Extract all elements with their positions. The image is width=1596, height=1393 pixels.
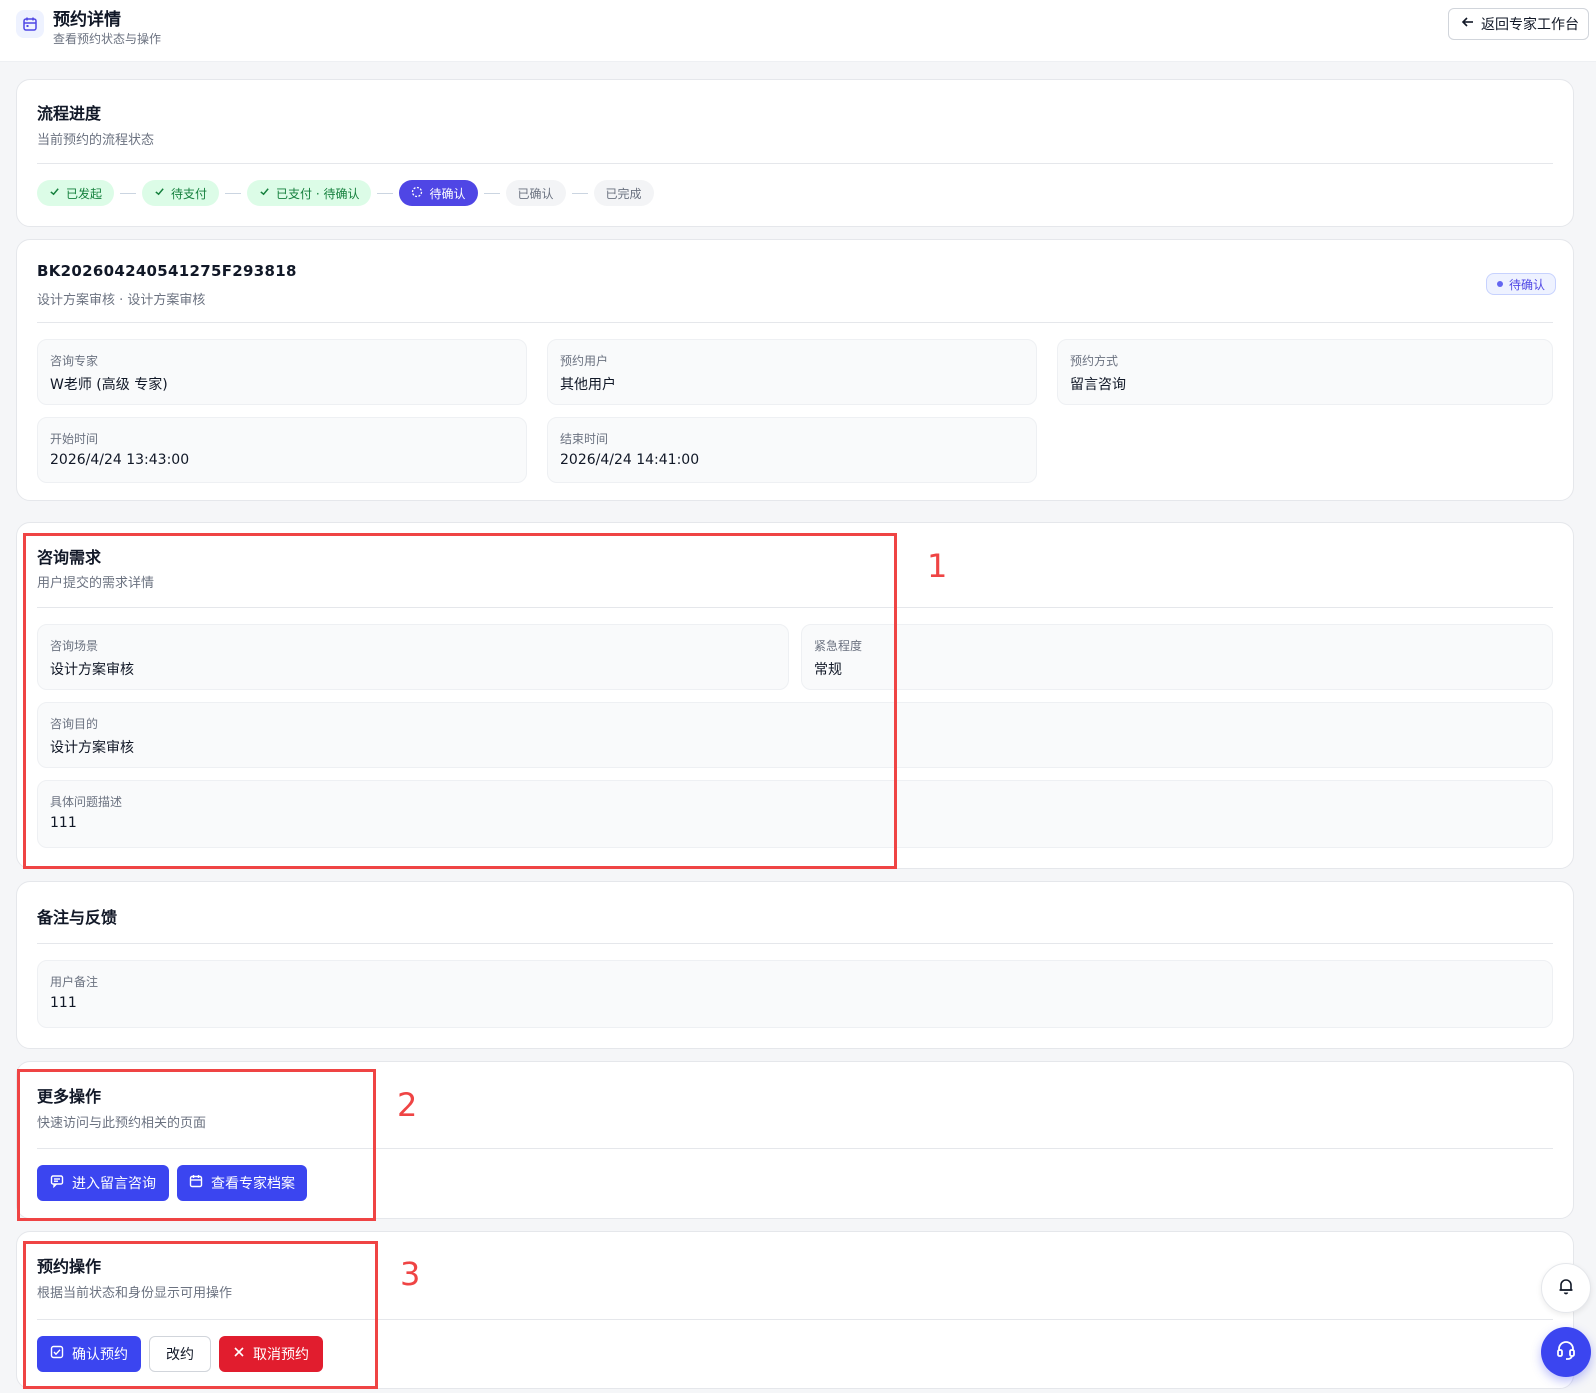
step-completed: 已完成 (593, 180, 654, 206)
field-label: 预约方式 (1070, 354, 1119, 368)
notification-button[interactable] (1541, 1263, 1591, 1313)
page-title: 预约详情 (53, 10, 121, 30)
annotation-number-3: 3 (400, 1255, 421, 1293)
booking-info-card: BK202604240541275F293818 设计方案审核 · 设计方案审核… (16, 239, 1574, 501)
field-label: 结束时间 (560, 432, 609, 446)
step-awaiting-confirmation: 待确认 (399, 180, 478, 206)
field-value: 其他用户 (560, 377, 616, 393)
field-label: 用户备注 (50, 975, 99, 989)
check-icon (49, 186, 60, 200)
divider (37, 322, 1553, 323)
support-button[interactable] (1541, 1327, 1591, 1377)
back-to-workbench-button[interactable]: 返回专家工作台 (1448, 8, 1589, 40)
field-expert: 咨询专家 W老师 (高级 专家) (37, 339, 527, 405)
annotation-box-3 (23, 1241, 378, 1389)
step-confirmed: 已确认 (505, 180, 566, 206)
booking-id: BK202604240541275F293818 (37, 262, 297, 280)
progress-title: 流程进度 (37, 104, 102, 123)
field-user: 预约用户 其他用户 (547, 339, 1037, 405)
status-badge: 待确认 (1486, 273, 1557, 295)
field-urgency: 紧急程度 常规 (801, 624, 1553, 690)
step-label: 已确认 (517, 186, 554, 201)
field-label: 预约用户 (560, 354, 609, 368)
page-header: 预约详情 查看预约状态与操作 返回专家工作台 (0, 0, 1596, 62)
annotation-box-1 (23, 533, 897, 869)
field-user-note: 用户备注 111 (37, 960, 1553, 1028)
field-value: W老师 (高级 专家) (50, 377, 168, 393)
step-connector (120, 192, 137, 194)
step-label: 已发起 (66, 186, 103, 201)
field-label: 咨询专家 (50, 354, 99, 368)
field-method: 预约方式 留言咨询 (1057, 339, 1553, 405)
arrow-left-icon (1461, 15, 1475, 33)
check-icon (154, 186, 165, 200)
bell-icon (1556, 1276, 1576, 1300)
step-paid-pending: 已支付 · 待确认 (247, 180, 372, 206)
step-label: 已支付 · 待确认 (276, 186, 360, 201)
progress-steps: 已发起 待支付 已支付 · 待确认 待确认 已确认 已完成 (37, 180, 654, 206)
step-connector (377, 192, 394, 194)
annotation-box-2 (17, 1069, 376, 1221)
divider (37, 943, 1553, 944)
notes-card: 备注与反馈 用户备注 111 (16, 881, 1574, 1049)
check-icon (259, 186, 270, 200)
step-label: 已完成 (605, 186, 642, 201)
field-value: 2026/4/24 13:43:00 (50, 452, 190, 468)
page-subtitle: 查看预约状态与操作 (53, 32, 162, 46)
progress-subtitle: 当前预约的流程状态 (37, 133, 155, 148)
field-value: 111 (50, 995, 77, 1011)
progress-card: 流程进度 当前预约的流程状态 已发起 待支付 已支付 · 待确认 待确认 已确认… (16, 79, 1574, 227)
field-value: 留言咨询 (1070, 377, 1126, 393)
field-start-time: 开始时间 2026/4/24 13:43:00 (37, 417, 527, 483)
headset-icon (1555, 1339, 1577, 1365)
booking-subtitle: 设计方案审核 · 设计方案审核 (37, 293, 206, 308)
back-button-label: 返回专家工作台 (1481, 17, 1579, 33)
annotation-number-1: 1 (927, 547, 948, 585)
step-initiated: 已发起 (37, 180, 115, 206)
field-value: 2026/4/24 14:41:00 (560, 452, 700, 468)
notes-title: 备注与反馈 (37, 908, 118, 927)
divider (37, 163, 1553, 164)
status-dot-icon (1497, 281, 1503, 287)
step-connector (225, 192, 242, 194)
step-connector (483, 192, 500, 194)
field-end-time: 结束时间 2026/4/24 14:41:00 (547, 417, 1037, 483)
annotation-number-2: 2 (397, 1086, 418, 1124)
field-label: 开始时间 (50, 432, 99, 446)
step-label: 待确认 (429, 186, 466, 201)
status-label: 待确认 (1509, 277, 1546, 292)
step-pending-payment: 待支付 (142, 180, 220, 206)
calendar-icon (16, 10, 44, 38)
step-connector (571, 192, 588, 194)
step-label: 待支付 (171, 186, 208, 201)
loader-icon (411, 186, 423, 201)
